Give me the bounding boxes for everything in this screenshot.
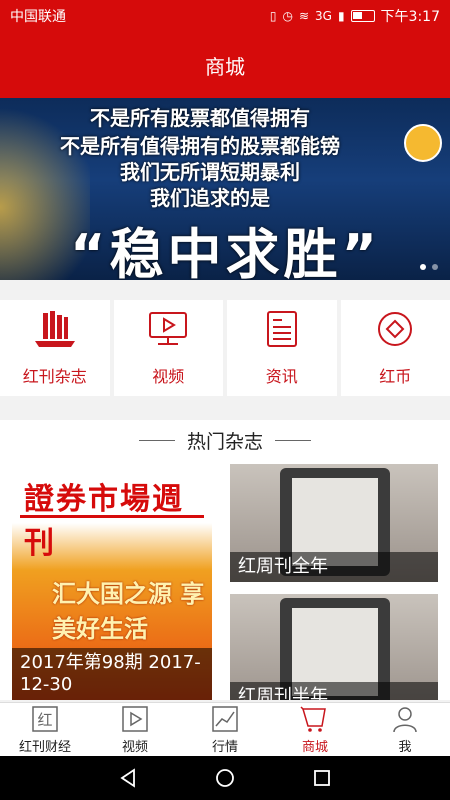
banner-dot[interactable] <box>420 264 426 270</box>
magazines-icon <box>34 311 75 347</box>
divider <box>138 439 175 441</box>
status-bar: 中国联通 ▯ ◷ ≋ 3G ▮ 下午3:17 <box>0 0 450 32</box>
news-icon <box>266 311 297 347</box>
signal-icon: ▮ <box>337 9 345 23</box>
banner-line-4: 我们追求的是 <box>150 186 270 210</box>
magazine-cover-headline: 汇大国之源 享美好生活 <box>52 580 205 643</box>
tab-me[interactable]: 我 <box>360 703 450 756</box>
tab-label: 红刊财经 <box>18 740 71 755</box>
quick-nav-label: 红刊杂志 <box>22 367 87 386</box>
tab-label: 商城 <box>301 740 328 755</box>
coin-icon <box>378 312 413 346</box>
magazine-caption: 红周刊半年 <box>230 682 438 700</box>
section-header: 热门杂志 <box>0 420 450 460</box>
bottom-tab-bar: 红 红刊财经 视频 行情 商城 我 <box>0 702 450 756</box>
banner-line-2: 不是所有值得拥有的股票都能镑 <box>60 134 340 158</box>
magazine-caption: 2017年第98期 2017-12-30 <box>12 648 212 700</box>
vibrate-icon: ▯ <box>269 9 277 23</box>
home-icon[interactable] <box>214 767 236 789</box>
magazine-card[interactable]: 證券市場週刊 汇大国之源 享美好生活 2017年第98期 2017-12-30 <box>12 464 212 700</box>
banner-line-3: 我们无所谓短期暴利 <box>120 160 300 184</box>
status-time: 下午3:17 <box>380 9 440 25</box>
quick-nav-magazines[interactable]: 红刊杂志 <box>0 300 110 396</box>
promo-banner[interactable]: 不是所有股票都值得拥有 不是所有值得拥有的股票都能镑 我们无所谓短期暴利 我们追… <box>0 98 450 280</box>
banner-headline: “稳中求胜” <box>70 223 381 280</box>
quick-nav-label: 视频 <box>152 367 185 386</box>
cart-icon <box>300 706 326 732</box>
wifi-icon: ≋ <box>298 9 309 23</box>
hongkan-icon: 红 <box>32 706 58 732</box>
tab-label: 视频 <box>121 740 148 755</box>
tab-mall[interactable]: 商城 <box>270 703 360 756</box>
tab-video[interactable]: 视频 <box>90 703 180 756</box>
customer-service-icon[interactable] <box>404 124 442 162</box>
quick-nav-video[interactable]: 视频 <box>113 300 223 396</box>
magazine-caption: 红周刊全年 <box>230 552 438 582</box>
banner-line-1: 不是所有股票都值得拥有 <box>90 106 310 130</box>
header-bar: 商城 <box>0 32 450 98</box>
quick-nav-label: 红币 <box>379 367 412 386</box>
magazine-cover-title: 證券市場週刊 <box>20 474 204 561</box>
quick-nav: 红刊杂志 视频 资讯 红币 <box>0 300 450 396</box>
tab-label: 行情 <box>211 740 238 755</box>
section-title: 热门杂志 <box>186 430 263 453</box>
magazine-grid: 證券市場週刊 汇大国之源 享美好生活 2017年第98期 2017-12-30 … <box>0 460 450 700</box>
recents-icon[interactable] <box>311 767 333 789</box>
video-play-icon <box>122 706 148 732</box>
divider <box>275 439 311 441</box>
chart-icon <box>212 706 238 732</box>
tab-label: 我 <box>398 740 412 755</box>
banner-dot[interactable] <box>432 264 438 270</box>
carrier-name: 中国联通 <box>10 9 66 25</box>
quick-nav-label: 资讯 <box>265 367 298 386</box>
alarm-icon: ◷ <box>282 9 293 23</box>
user-icon <box>393 707 417 733</box>
page-title: 商城 <box>205 54 245 79</box>
video-icon <box>149 312 188 345</box>
network-type: 3G <box>315 9 332 23</box>
quick-nav-coin[interactable]: 红币 <box>340 300 450 396</box>
svg-text:红: 红 <box>37 711 52 729</box>
quick-nav-news[interactable]: 资讯 <box>227 300 337 396</box>
system-nav-bar <box>0 756 450 800</box>
tab-hongkan[interactable]: 红 红刊财经 <box>0 703 90 756</box>
magazine-card[interactable]: 红周刊全年 <box>230 464 438 582</box>
banner-pagination <box>420 264 438 270</box>
magazine-card[interactable]: 红周刊半年 <box>230 594 438 700</box>
back-icon[interactable] <box>117 767 139 789</box>
battery-icon <box>350 10 375 22</box>
tab-market[interactable]: 行情 <box>180 703 270 756</box>
